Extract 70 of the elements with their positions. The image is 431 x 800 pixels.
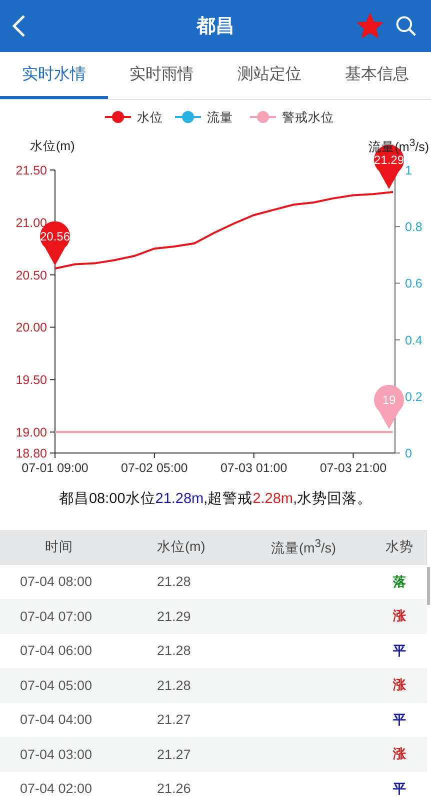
table-cell-text: 07-04 02:00	[19, 781, 94, 796]
trend-cell-text: 涨	[392, 607, 407, 626]
axis-label: 18.80	[16, 446, 47, 460]
annotation: 20.56	[40, 230, 70, 244]
scrollbar[interactable]	[427, 567, 430, 605]
search-icon[interactable]	[395, 15, 417, 37]
axis-label: 07-03 01:00	[220, 461, 288, 475]
page-title: 都昌	[195, 15, 236, 39]
legend-label: 流量	[207, 110, 233, 124]
axis-title: 水位(m)	[30, 138, 75, 155]
value-pin: 19	[374, 384, 404, 430]
tab[interactable]: 基本信息	[323, 52, 431, 99]
trend-cell-text: 涨	[392, 676, 407, 694]
star-icon[interactable]	[357, 13, 383, 39]
axis-label: 20.50	[16, 268, 47, 282]
legend-label: 警戒水位	[282, 110, 334, 124]
table-cell-text: 07-04 04:00	[19, 712, 94, 728]
axis-label: 0.2	[405, 390, 422, 404]
table-row[interactable]: 07-04 07:00 21.29 涨	[0, 599, 427, 634]
legend-item[interactable]: 流量	[175, 110, 233, 124]
trend-cell-text: 落	[392, 572, 407, 591]
table-row[interactable]: 07-04 04:00 21.27 平	[0, 702, 427, 737]
column-header: 时间	[44, 538, 74, 556]
table-cell-text: 07-04 07:00	[19, 608, 94, 624]
trend-cell-text: 平	[392, 642, 407, 660]
table-row[interactable]: 07-04 06:00 21.28 平	[0, 634, 427, 668]
table-row[interactable]: 07-04 03:00 21.27 涨	[0, 737, 427, 772]
table-row[interactable]: 07-04 02:00 21.26 平	[0, 772, 427, 800]
axis-label: 1	[405, 164, 412, 178]
trend-cell-text: 平	[392, 780, 407, 798]
axis-label: 0.6	[405, 276, 422, 291]
column-header: 水势	[384, 538, 414, 556]
back-icon[interactable]	[12, 14, 26, 38]
table-row[interactable]: 07-04 05:00 21.28 涨	[0, 668, 427, 702]
axis-label: 20.00	[16, 320, 47, 335]
column-header: 流量(m$^{3}$/s)	[270, 538, 338, 557]
tab[interactable]: 实时水情	[0, 52, 108, 99]
legend-item[interactable]: 警戒水位	[250, 110, 334, 124]
table-cell-text: 21.28	[156, 643, 192, 658]
axis-label: 0	[405, 446, 412, 460]
axis-label: 21.00	[16, 216, 47, 230]
table-cell-text: 07-04 08:00	[19, 574, 94, 590]
table-cell-text: 07-04 03:00	[19, 746, 94, 762]
axis-label: 21.50	[16, 164, 47, 178]
axis-label: 07-03 21:00	[320, 461, 387, 475]
table-cell-text: 21.29	[156, 608, 192, 624]
table-cell-text: 07-04 05:00	[19, 678, 94, 693]
table-cell-text: 07-04 06:00	[19, 643, 94, 658]
axis-label: 19.00	[16, 426, 47, 440]
annotation: 19	[382, 393, 396, 408]
axis-label: 0.8	[405, 220, 422, 234]
table-cell-text: 21.28	[156, 574, 192, 590]
axis-label: 19.50	[16, 373, 47, 388]
summary-text: 都昌08:00水位21.28m,超警戒2.28m,水势回落。	[58, 490, 374, 509]
tab[interactable]: 实时雨情	[108, 52, 216, 99]
annotation: 21.29	[374, 153, 404, 168]
axis-label: 0.4	[405, 333, 422, 348]
tab[interactable]: 测站定位	[216, 52, 324, 99]
axis-label: 07-02 05:00	[121, 461, 188, 475]
legend-label: 水位	[137, 110, 163, 124]
table-cell-text: 21.26	[156, 781, 192, 796]
legend-item[interactable]: 水位	[105, 110, 163, 124]
axis-label: 07-01 09:00	[22, 461, 88, 475]
table-cell-text: 21.27	[156, 746, 192, 762]
table-cell-text: 21.28	[156, 678, 192, 693]
table-cell-text: 21.27	[156, 712, 192, 728]
trend-cell-text: 涨	[392, 745, 407, 764]
column-header: 水位(m)	[156, 538, 206, 556]
trend-cell-text: 平	[392, 710, 407, 729]
table-row[interactable]: 07-04 08:00 21.28 落	[0, 564, 427, 599]
